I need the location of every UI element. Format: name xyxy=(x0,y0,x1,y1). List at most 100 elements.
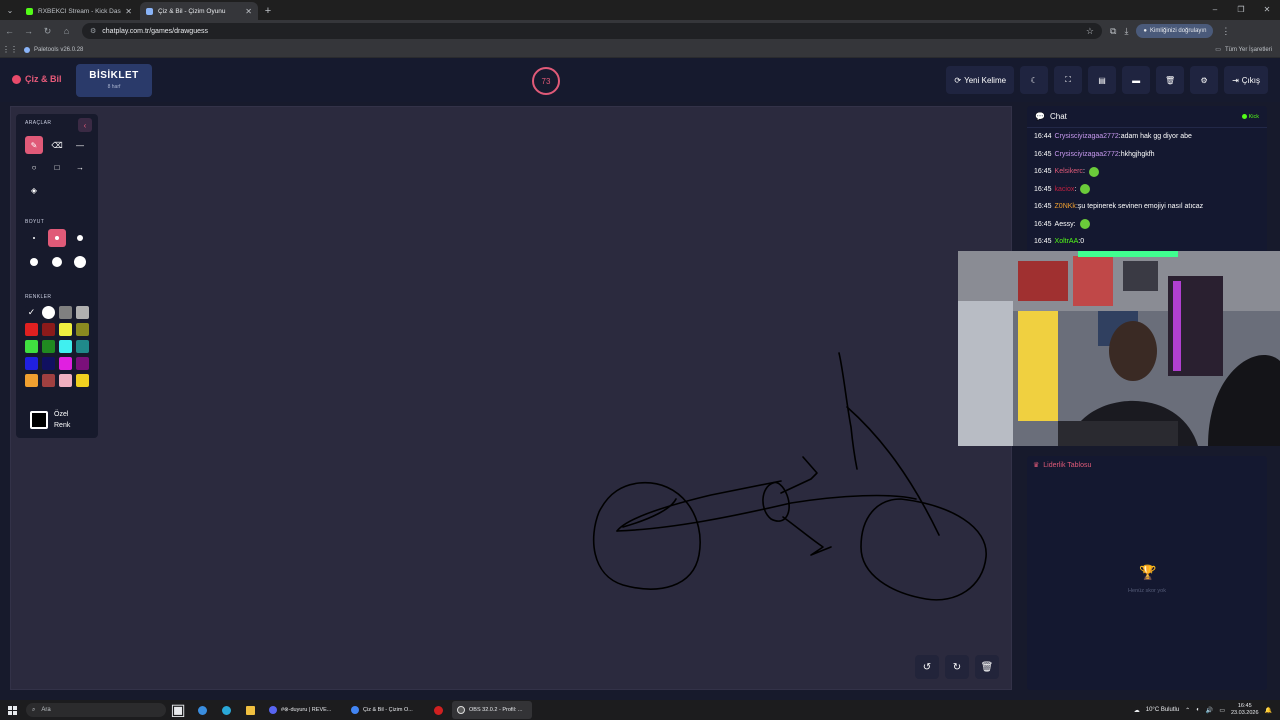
color-swatch[interactable] xyxy=(42,374,55,387)
drawing-canvas[interactable]: ↺ ↻ 🗑 xyxy=(10,106,1012,690)
start-button[interactable] xyxy=(0,705,24,715)
color-swatch[interactable] xyxy=(76,323,89,336)
site-info-icon[interactable]: ⚙ xyxy=(90,27,96,35)
task-view-icon[interactable]: ▣ xyxy=(166,700,190,720)
download-icon[interactable]: ⤓ xyxy=(1124,26,1128,37)
copilot-icon[interactable] xyxy=(190,700,214,720)
chat-message: 16:45 Kelsikerc: xyxy=(1027,163,1267,181)
size-2-button[interactable] xyxy=(48,229,66,247)
rectangle-tool-button[interactable]: □ xyxy=(48,158,66,176)
chat-username[interactable]: kaciox xyxy=(1055,186,1075,193)
notifications-icon[interactable]: 🔔 xyxy=(1265,707,1272,714)
size-3-button[interactable] xyxy=(71,229,89,247)
clear-canvas-button[interactable]: 🗑 xyxy=(975,655,999,679)
color-swatch[interactable]: ✓ xyxy=(25,306,38,319)
fullscreen-button[interactable]: ⛶ xyxy=(1054,66,1083,94)
chat-username[interactable]: Kelsikerc xyxy=(1055,168,1083,175)
logout-button[interactable]: ⇥ Çıkış xyxy=(1224,66,1268,94)
custom-color-preview xyxy=(30,411,48,429)
edge-icon[interactable] xyxy=(214,700,238,720)
webcam-feed-image xyxy=(958,251,1280,446)
undo-button[interactable]: ↺ xyxy=(915,655,939,679)
color-swatch[interactable] xyxy=(59,323,72,336)
size-5-button[interactable] xyxy=(48,253,66,271)
volume-icon[interactable]: 🔊 xyxy=(1206,707,1213,714)
taskbar-app-chrome[interactable]: Çiz & Bil - Çizim O... xyxy=(346,701,426,719)
custom-color-button[interactable]: Özel Renk xyxy=(30,409,78,431)
chat-username[interactable]: Crysisciyizagaa2772 xyxy=(1055,151,1119,158)
delete-button[interactable]: 🗑 xyxy=(1156,66,1185,94)
settings-button[interactable]: ⚙ xyxy=(1190,66,1219,94)
maximize-icon[interactable]: ❐ xyxy=(1228,0,1254,20)
size-4-button[interactable] xyxy=(25,253,43,271)
taskbar-search[interactable]: ⌕ Ara xyxy=(26,703,166,717)
taskbar-clock[interactable]: 16:45 23.03.2026 xyxy=(1231,703,1259,717)
minimize-icon[interactable]: – xyxy=(1202,0,1228,20)
tab-kick-dashboard[interactable]: RXBEKCI Stream - Kick Dashbo ✕ xyxy=(20,2,138,20)
file-explorer-icon[interactable] xyxy=(238,700,262,720)
network-icon[interactable]: ◐ xyxy=(1196,707,1200,713)
color-swatch[interactable] xyxy=(42,306,55,319)
color-swatch[interactable] xyxy=(59,357,72,370)
battery-icon[interactable]: ▭ xyxy=(1219,707,1225,714)
tab-search-icon[interactable]: ⌄ xyxy=(0,0,20,20)
color-swatch[interactable] xyxy=(25,323,38,336)
color-swatch[interactable] xyxy=(76,340,89,353)
arrow-tool-button[interactable]: → xyxy=(71,158,89,176)
taskbar-app-discord[interactable]: #⊗-duyuru | REVE... xyxy=(264,701,344,719)
tray-chevron-up-icon[interactable]: ⌃ xyxy=(1185,707,1190,714)
pencil-tool-button[interactable]: ✎ xyxy=(25,136,43,154)
menu-icon[interactable]: ⋮ xyxy=(1221,26,1230,37)
apps-grid-icon[interactable]: ⋮⋮ xyxy=(0,45,20,54)
new-tab-button[interactable]: + xyxy=(260,2,276,20)
color-swatch[interactable] xyxy=(25,357,38,370)
reload-icon[interactable]: ↻ xyxy=(38,26,57,37)
size-1-button[interactable] xyxy=(25,229,43,247)
new-word-button[interactable]: ⟳ Yeni Kelime xyxy=(946,66,1015,94)
color-swatch[interactable] xyxy=(76,374,89,387)
bookmark-star-icon[interactable]: ☆ xyxy=(1086,26,1094,37)
line-tool-button[interactable]: — xyxy=(71,136,89,154)
close-window-icon[interactable]: ✕ xyxy=(1254,0,1280,20)
color-swatch[interactable] xyxy=(76,306,89,319)
extensions-icon[interactable]: ⧉ xyxy=(1110,26,1116,37)
chat-username[interactable]: Z0NKk xyxy=(1055,203,1076,210)
tab-close-icon[interactable]: ✕ xyxy=(245,7,252,16)
forward-icon[interactable]: → xyxy=(19,26,38,36)
chat-header: 💬 Chat Kick xyxy=(1027,106,1267,128)
size-6-button[interactable] xyxy=(71,253,89,271)
color-swatch[interactable] xyxy=(42,340,55,353)
color-swatch[interactable] xyxy=(59,340,72,353)
color-swatch[interactable] xyxy=(42,357,55,370)
color-swatch[interactable] xyxy=(76,357,89,370)
all-bookmarks[interactable]: ▭ Tüm Yer İşaretleri xyxy=(1215,46,1272,54)
chat-username[interactable]: Crysisciyizagaa2772 xyxy=(1055,133,1119,140)
color-swatch[interactable] xyxy=(59,306,72,319)
window-button[interactable]: ▬ xyxy=(1122,66,1151,94)
eraser-tool-button[interactable]: ⌫ xyxy=(48,136,66,154)
home-icon[interactable]: ⌂ xyxy=(57,26,76,36)
back-icon[interactable]: ← xyxy=(0,26,19,36)
chat-username[interactable]: XoltrAA xyxy=(1055,238,1079,245)
color-swatch[interactable] xyxy=(42,323,55,336)
color-swatch[interactable] xyxy=(25,340,38,353)
profile-button[interactable]: ● Kimliğinizi doğrulayın xyxy=(1136,24,1214,38)
theme-toggle-button[interactable]: ☾ xyxy=(1020,66,1049,94)
circle-tool-button[interactable]: ○ xyxy=(25,158,43,176)
tab-drawguess[interactable]: Çiz & Bil - Çizim Oyunu ✕ xyxy=(140,2,258,20)
chat-username[interactable]: Aessy xyxy=(1055,221,1074,228)
taskbar-app-obs[interactable]: OBS 32.0.2 - Profil: ... xyxy=(452,701,532,719)
fill-tool-button[interactable]: ◈ xyxy=(25,181,43,199)
platform-label: Kick xyxy=(1248,113,1259,120)
address-bar[interactable]: ⚙ chatplay.com.tr/games/drawguess ☆ xyxy=(82,23,1102,39)
app-logo-text: Çiz & Bil xyxy=(25,74,62,84)
collapse-panel-button[interactable]: ‹ xyxy=(78,118,92,132)
redo-button[interactable]: ↻ xyxy=(945,655,969,679)
app-red-icon[interactable] xyxy=(426,700,450,720)
color-swatch[interactable] xyxy=(25,374,38,387)
app-logo[interactable]: Çiz & Bil xyxy=(12,74,62,84)
tab-close-icon[interactable]: ✕ xyxy=(125,7,132,16)
bookmark-paletools[interactable]: Paletools v26.0.28 xyxy=(24,46,83,53)
color-swatch[interactable] xyxy=(59,374,72,387)
keyboard-button[interactable]: ▤ xyxy=(1088,66,1117,94)
